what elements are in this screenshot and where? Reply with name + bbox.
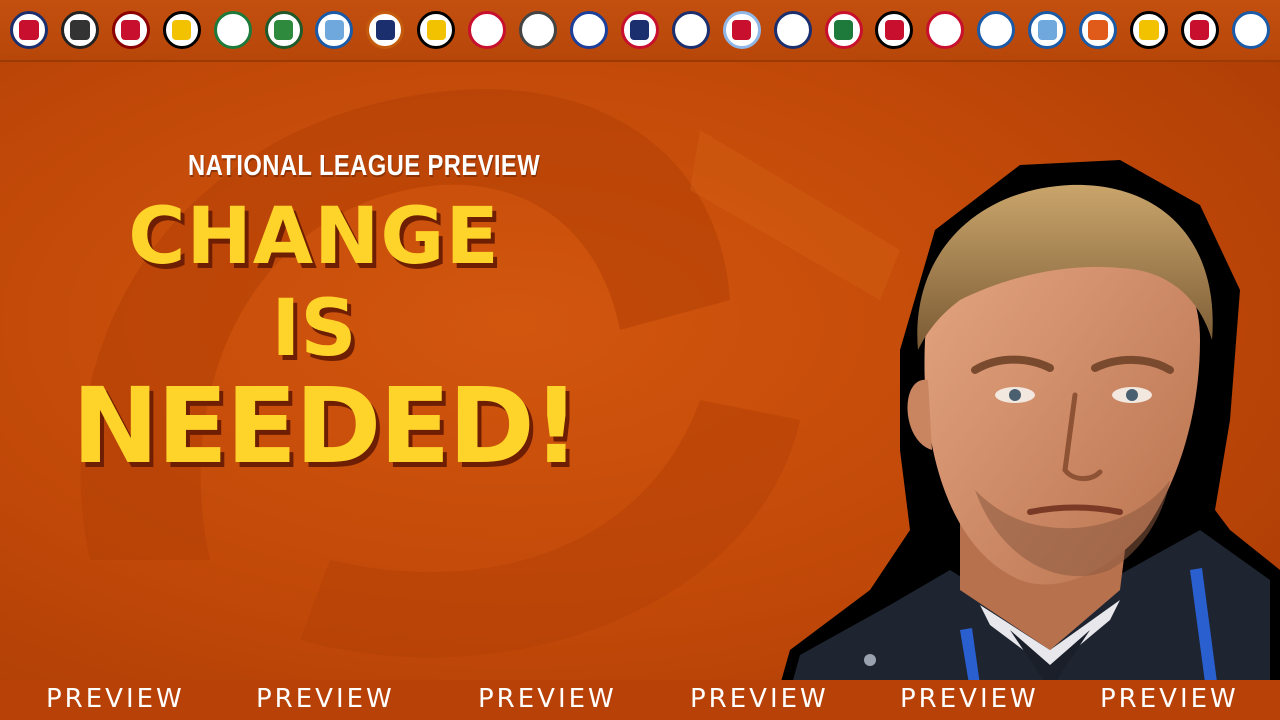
crest-20-icon (977, 11, 1016, 49)
crest-emblem-icon (630, 20, 650, 40)
crest-18-icon (875, 11, 914, 49)
crest-5-icon (213, 11, 252, 49)
crest-emblem-icon (223, 20, 243, 40)
crest-17-icon (824, 11, 863, 49)
crest-25-icon (1231, 11, 1270, 49)
manager-portrait (770, 160, 1280, 720)
headline-line-1: CHANGE (128, 192, 500, 282)
crest-22-icon (1079, 11, 1118, 49)
crest-emblem-icon (1088, 20, 1108, 40)
crest-emblem-icon (935, 20, 955, 40)
crest-emblem-icon (833, 20, 854, 40)
preview-label-6: PREVIEW (1100, 684, 1239, 714)
crest-4-icon (162, 11, 201, 49)
crest-emblem-icon (426, 20, 446, 40)
crest-12-icon (569, 11, 608, 49)
crest-6-icon (264, 11, 303, 49)
crest-emblem-icon (986, 20, 1006, 40)
preview-label-5: PREVIEW (900, 684, 1039, 714)
crest-emblem-icon (1139, 20, 1159, 40)
crest-2-icon (60, 11, 99, 49)
crest-emblem-icon (1241, 20, 1261, 40)
crest-15-icon (722, 11, 761, 49)
crest-14-icon (671, 11, 710, 49)
crest-emblem-icon (375, 20, 395, 40)
crest-23-icon (1129, 11, 1168, 49)
crest-emblem-icon (70, 20, 90, 40)
crest-emblem-icon (681, 20, 701, 40)
crest-emblem-icon (732, 20, 752, 40)
club-crest-bar (0, 0, 1280, 62)
crest-emblem-icon (1190, 20, 1210, 40)
crest-9-icon (417, 11, 456, 49)
preview-label-1: PREVIEW (46, 684, 185, 714)
kicker-title: NATIONAL LEAGUE PREVIEW (188, 150, 541, 182)
crest-emblem-icon (172, 20, 192, 40)
crest-emblem-icon (579, 20, 599, 40)
crest-13-icon (620, 11, 659, 49)
crest-emblem-icon (783, 20, 803, 40)
headline: CHANGE IS NEEDED! (40, 198, 640, 478)
crest-24-icon (1180, 11, 1219, 49)
preview-footer-strip: PREVIEW PREVIEW PREVIEW PREVIEW PREVIEW … (0, 680, 1280, 720)
preview-label-2: PREVIEW (256, 684, 395, 714)
crest-10-icon (468, 11, 507, 49)
crest-8-icon (366, 11, 405, 49)
crest-emblem-icon (1037, 20, 1057, 40)
headline-line-3: NEEDED! (71, 365, 580, 487)
crest-emblem-icon (273, 20, 294, 40)
crest-16-icon (773, 11, 812, 49)
preview-label-4: PREVIEW (690, 684, 829, 714)
crest-emblem-icon (884, 20, 904, 40)
headline-line-2: IS (271, 284, 357, 374)
crest-emblem-icon (121, 20, 141, 40)
crest-emblem-icon (528, 20, 548, 40)
crest-emblem-icon (324, 20, 345, 40)
crest-21-icon (1028, 11, 1067, 49)
preview-label-3: PREVIEW (478, 684, 617, 714)
crest-emblem-icon (477, 20, 497, 40)
crest-7-icon (315, 11, 354, 49)
thumbnail-canvas: NATIONAL LEAGUE PREVIEW CHANGE IS NEEDED… (0, 0, 1280, 720)
crest-19-icon (926, 11, 965, 49)
crest-emblem-icon (19, 20, 39, 40)
crest-1-icon (10, 11, 48, 49)
crest-3-icon (111, 11, 150, 49)
crest-11-icon (519, 11, 558, 49)
